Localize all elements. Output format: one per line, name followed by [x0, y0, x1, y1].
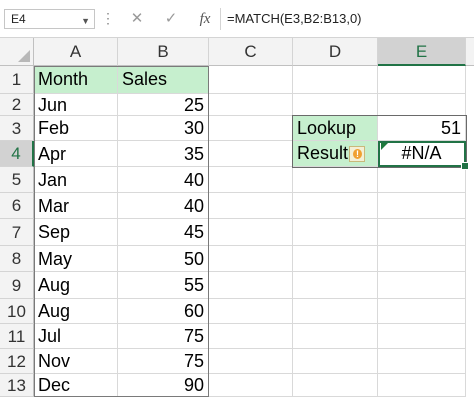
sales-cell[interactable]: 40 [118, 167, 209, 193]
sales-cell[interactable]: 40 [118, 193, 209, 219]
more-options-icon[interactable]: ⋮ [101, 9, 115, 29]
active-cell-border [378, 141, 466, 167]
sales-cell[interactable]: 55 [118, 272, 209, 299]
sales-cell[interactable]: 30 [118, 116, 209, 141]
month-cell[interactable]: Jun [34, 94, 118, 116]
grid-cell[interactable] [209, 167, 293, 193]
month-cell[interactable]: Jul [34, 324, 118, 349]
row-header-2[interactable]: 2 [0, 94, 34, 116]
formula-separator [220, 8, 221, 30]
row-header-7[interactable]: 7 [0, 219, 34, 246]
grid-cell[interactable] [378, 167, 466, 193]
fill-handle[interactable] [461, 162, 469, 170]
grid-cell[interactable] [209, 374, 293, 397]
name-box-value: E4 [11, 12, 26, 26]
sales-cell[interactable]: 50 [118, 246, 209, 272]
cancel-icon[interactable]: ✕ [128, 9, 146, 29]
sales-cell[interactable]: 75 [118, 349, 209, 374]
column-header-f[interactable] [466, 38, 474, 66]
formula-input[interactable]: =MATCH(E3,B2:B13,0) [227, 9, 362, 29]
grid-cell[interactable] [293, 66, 378, 94]
month-cell[interactable]: Jan [34, 167, 118, 193]
column-header-e[interactable]: E [378, 38, 466, 66]
grid-cell[interactable] [293, 193, 378, 219]
sales-cell[interactable]: 25 [118, 94, 209, 116]
grid-cell[interactable] [293, 324, 378, 349]
grid-cell[interactable] [209, 349, 293, 374]
select-all-icon [18, 50, 30, 62]
row-header-4[interactable]: 4 [0, 141, 34, 167]
grid-cell[interactable] [209, 272, 293, 299]
sales-cell[interactable]: 35 [118, 141, 209, 167]
grid-cell[interactable] [378, 219, 466, 246]
sales-cell[interactable]: 90 [118, 374, 209, 397]
month-cell[interactable]: Dec [34, 374, 118, 397]
select-all-button[interactable] [0, 38, 34, 66]
error-warning-button[interactable]: ! [349, 146, 365, 162]
month-cell[interactable]: Mar [34, 193, 118, 219]
row-header-5[interactable]: 5 [0, 167, 34, 193]
month-cell[interactable]: Aug [34, 272, 118, 299]
grid-cell[interactable] [293, 167, 378, 193]
formula-bar: E4 ▼ ⋮ ✕ ✓ fx =MATCH(E3,B2:B13,0) [0, 0, 474, 37]
name-box[interactable]: E4 ▼ [4, 9, 95, 29]
row-header-12[interactable]: 12 [0, 349, 34, 374]
month-cell[interactable]: Apr [34, 141, 118, 167]
grid-cell[interactable] [209, 219, 293, 246]
grid-cell[interactable] [293, 246, 378, 272]
row-header-11[interactable]: 11 [0, 324, 34, 349]
grid-cell[interactable] [293, 299, 378, 324]
lookup-label-cell[interactable]: Lookup [293, 116, 378, 141]
grid-cell[interactable] [378, 193, 466, 219]
result-label-cell[interactable]: Result [293, 141, 378, 167]
row-header-9[interactable]: 9 [0, 272, 34, 299]
row-header-6[interactable]: 6 [0, 193, 34, 219]
month-cell[interactable]: Aug [34, 299, 118, 324]
row-header-3[interactable]: 3 [0, 116, 34, 141]
row-header-10[interactable]: 10 [0, 299, 34, 324]
header-sales-cell[interactable]: Sales [118, 66, 209, 94]
grid-cell[interactable] [209, 66, 293, 94]
sales-cell[interactable]: 45 [118, 219, 209, 246]
grid-cell[interactable] [209, 193, 293, 219]
row-header-8[interactable]: 8 [0, 246, 34, 272]
grid-cell[interactable] [209, 116, 293, 141]
insert-function-icon[interactable]: fx [196, 9, 214, 29]
grid-cell[interactable] [378, 66, 466, 94]
grid-cell[interactable] [293, 349, 378, 374]
grid-cell[interactable] [209, 324, 293, 349]
grid-cell[interactable] [378, 272, 466, 299]
month-cell[interactable]: Feb [34, 116, 118, 141]
grid-cell[interactable] [293, 374, 378, 397]
enter-icon[interactable]: ✓ [162, 9, 180, 29]
lookup-value-cell[interactable]: 51 [378, 116, 466, 141]
sales-cell[interactable]: 75 [118, 324, 209, 349]
column-header-a[interactable]: A [34, 38, 118, 66]
sales-cell[interactable]: 60 [118, 299, 209, 324]
grid-cell[interactable] [209, 299, 293, 324]
grid-cell[interactable] [378, 246, 466, 272]
grid-cell[interactable] [378, 94, 466, 116]
grid-cell[interactable] [378, 374, 466, 397]
column-header-d[interactable]: D [293, 38, 378, 66]
column-header-c[interactable]: C [209, 38, 293, 66]
month-cell[interactable]: May [34, 246, 118, 272]
grid-cell[interactable] [209, 94, 293, 116]
grid-cell[interactable] [209, 246, 293, 272]
row-header-1[interactable]: 1 [0, 66, 34, 94]
month-cell[interactable]: Sep [34, 219, 118, 246]
header-month-cell[interactable]: Month [34, 66, 118, 94]
grid-cell[interactable] [378, 349, 466, 374]
warning-icon: ! [353, 149, 362, 159]
month-cell[interactable]: Nov [34, 349, 118, 374]
grid-cell[interactable] [293, 219, 378, 246]
chevron-down-icon[interactable]: ▼ [81, 12, 90, 30]
grid-cell[interactable] [209, 141, 293, 167]
grid-cell[interactable] [293, 94, 378, 116]
row-header-13[interactable]: 13 [0, 374, 34, 397]
grid-cell[interactable] [378, 324, 466, 349]
grid-cell[interactable] [378, 299, 466, 324]
column-header-b[interactable]: B [118, 38, 209, 66]
grid-cell[interactable] [293, 272, 378, 299]
